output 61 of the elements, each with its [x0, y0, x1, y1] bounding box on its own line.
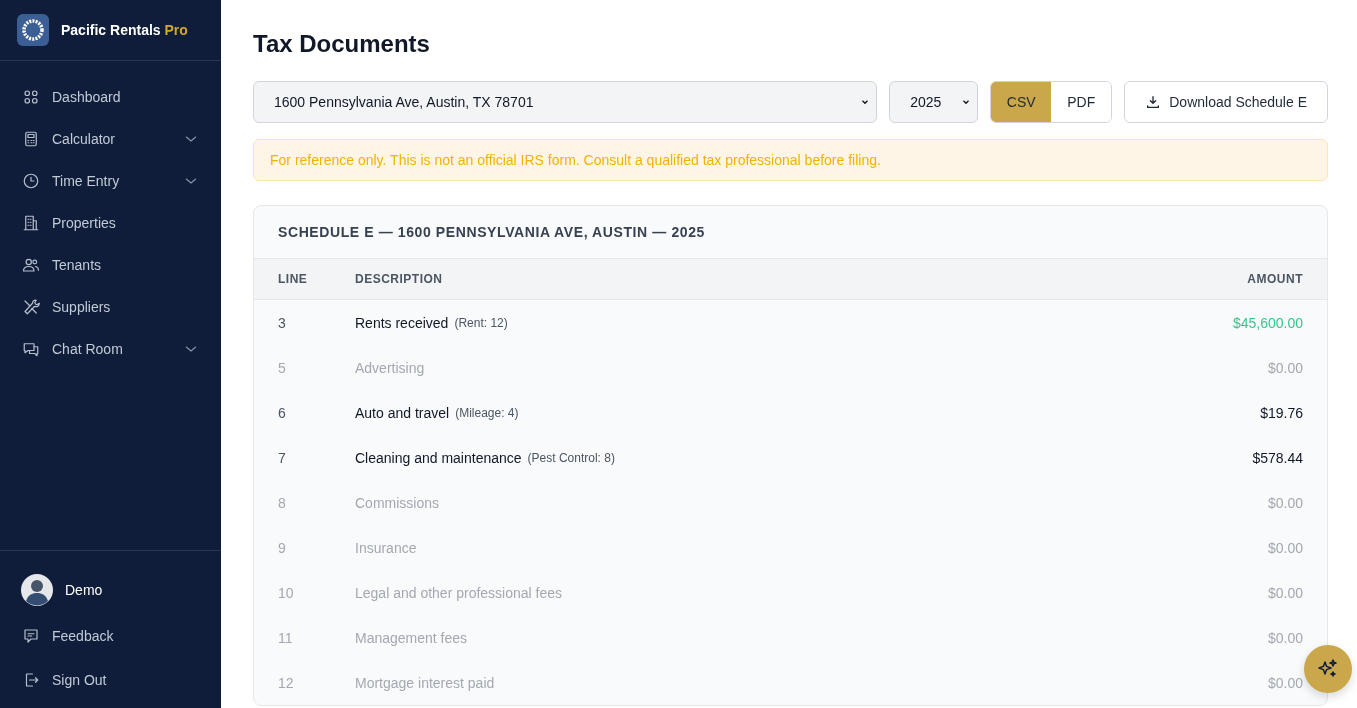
- grid-icon: [22, 88, 40, 106]
- chat-icon: [22, 340, 40, 358]
- amount-text: $0.00: [1267, 494, 1303, 511]
- page-title: Tax Documents: [253, 30, 431, 58]
- line-number: 10: [278, 584, 295, 601]
- amount-text: $0.00: [1267, 674, 1303, 691]
- amount-text: $0.00: [1267, 359, 1303, 376]
- description-note: (Mileage: 4): [455, 405, 519, 420]
- line-number: 9: [278, 539, 287, 556]
- description-text: Insurance: [355, 539, 417, 556]
- users-icon: [22, 256, 40, 274]
- nav-item[interactable]: Suppliers: [0, 286, 221, 328]
- nav-item[interactable]: Properties: [0, 202, 221, 244]
- building-icon: [22, 214, 40, 232]
- property-select[interactable]: 1600 Pennsylvania Ave, Austin, TX 78701: [253, 81, 878, 123]
- description-note: (Pest Control: 8): [527, 450, 615, 465]
- download-icon: [1145, 94, 1162, 110]
- description-text: Management fees: [355, 629, 468, 646]
- description-text: Commissions: [355, 494, 439, 511]
- format-tab[interactable]: CSV: [991, 82, 1052, 122]
- brand-name: Pacific Rentals Pro: [61, 22, 188, 38]
- calculator-icon: [22, 130, 40, 148]
- column-header: DESCRIPTION: [355, 272, 444, 286]
- description-text: Auto and travel: [355, 404, 450, 421]
- line-number: 12: [278, 674, 295, 691]
- nav-item[interactable]: Tenants: [0, 244, 221, 286]
- line-number: 6: [278, 404, 287, 421]
- description-text: Rents received: [355, 314, 449, 331]
- message-icon: [22, 627, 40, 645]
- disclaimer-notice: For reference only. This is not an official IRS form. Consult a qualified tax professional before filing.: [253, 139, 1328, 181]
- description-text: Legal and other professional fees: [355, 584, 563, 601]
- clock-icon: [22, 172, 40, 190]
- logo-icon: [17, 14, 49, 46]
- user-name: Demo: [65, 582, 103, 598]
- amount-text: $0.00: [1267, 584, 1303, 601]
- amount-text: $0.00: [1267, 629, 1303, 646]
- line-number: 3: [278, 314, 287, 331]
- amount-text: $0.00: [1267, 539, 1303, 556]
- footer-link[interactable]: Feedback: [0, 614, 221, 658]
- column-header: AMOUNT: [1246, 272, 1303, 286]
- line-number: 7: [278, 449, 287, 466]
- description-text: Advertising: [355, 359, 425, 376]
- download-button[interactable]: Download Schedule E: [1124, 81, 1328, 123]
- footer-link[interactable]: Sign Out: [0, 658, 221, 702]
- nav-item[interactable]: Chat Room: [0, 328, 221, 370]
- nav-item[interactable]: Time Entry: [0, 160, 221, 202]
- amount-text: $19.76: [1260, 404, 1303, 421]
- column-header: LINE: [278, 272, 309, 286]
- description-note: (Rent: 12): [454, 315, 508, 330]
- line-number: 5: [278, 359, 287, 376]
- amount-text: $578.44: [1252, 449, 1303, 466]
- line-number: 8: [278, 494, 287, 511]
- description-text: Mortgage interest paid: [355, 674, 495, 691]
- avatar-icon: [21, 574, 53, 606]
- description-text: Cleaning and maintenance: [355, 449, 522, 466]
- tools-icon: [22, 298, 40, 316]
- amount-text: $45,600.00: [1232, 314, 1303, 331]
- nav-item[interactable]: Dashboard: [0, 76, 221, 118]
- line-number: 11: [278, 629, 294, 646]
- year-select[interactable]: 2025: [889, 81, 979, 123]
- nav-item[interactable]: Calculator: [0, 118, 221, 160]
